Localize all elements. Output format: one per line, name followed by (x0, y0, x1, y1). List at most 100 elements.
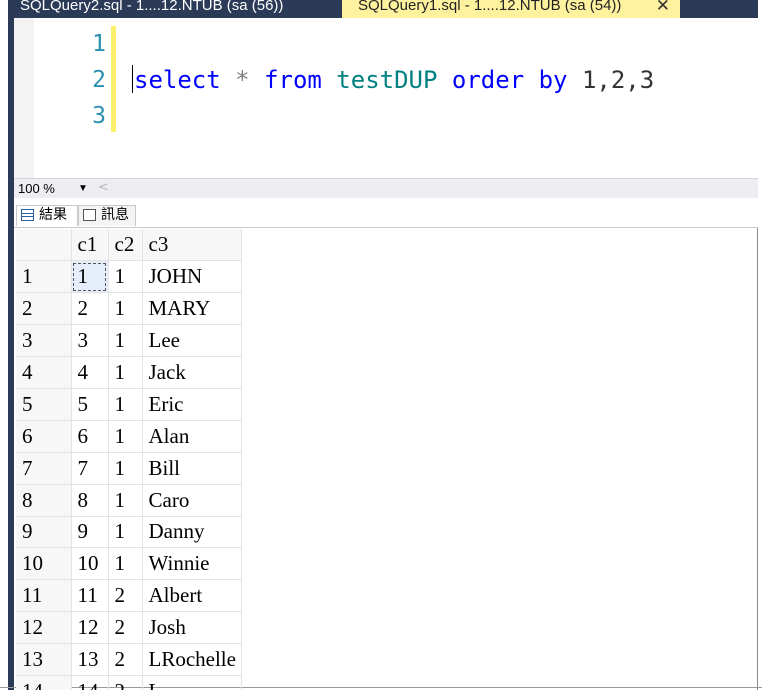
cell-c3[interactable]: Alan (142, 420, 242, 453)
table-row[interactable]: 9 9 1 Danny (16, 516, 242, 549)
cell-c2[interactable]: 1 (108, 292, 143, 326)
table-row[interactable]: 14142L (16, 675, 242, 690)
table-name: testDUP (321, 66, 452, 94)
column-header-c3[interactable]: c3 (142, 229, 242, 262)
zoom-dropdown[interactable]: 100 % ▼ (16, 180, 92, 197)
message-icon (83, 209, 96, 221)
query-editor[interactable]: 1 2 3 select * from testDUP order by 1,2… (14, 18, 758, 178)
cell-c2[interactable]: 1 (108, 516, 143, 549)
table-row[interactable]: 5 5 1 Eric (16, 388, 242, 421)
row-number-header[interactable] (16, 229, 72, 262)
table-row[interactable]: 3 3 1 Lee (16, 324, 242, 358)
row-number-cell[interactable]: 1 (16, 260, 72, 294)
row-number-cell[interactable]: 14 (16, 675, 72, 690)
line-numbers: 1 2 3 (38, 26, 106, 134)
table-row[interactable]: 6 6 1 Alan (16, 420, 242, 453)
cell-c1[interactable]: 6 (71, 420, 109, 453)
tab-sqlquery1[interactable]: SQLQuery1.sql - 1....12.NTUB (sa (54)) ✕ (342, 0, 680, 18)
cell-c2[interactable]: 1 (108, 324, 143, 358)
row-number-cell[interactable]: 5 (16, 388, 72, 421)
cell-c1[interactable]: 5 (71, 388, 109, 421)
grid-icon (21, 209, 34, 221)
cell-c1[interactable]: 1 (71, 260, 109, 294)
cell-c2[interactable]: 1 (108, 260, 143, 294)
cell-c3[interactable]: L (142, 675, 242, 690)
cell-c1[interactable]: 12 (71, 611, 109, 645)
cell-c2[interactable]: 2 (108, 675, 143, 690)
cell-c3[interactable]: Lee (142, 324, 242, 358)
order-columns: 1,2,3 (567, 66, 655, 94)
table-row[interactable]: 11 11 2 Albert (16, 579, 242, 613)
grid-header-row: c1 c2 c3 (16, 229, 242, 262)
table-row[interactable]: 10 10 1 Winnie (16, 547, 242, 581)
row-number-cell[interactable]: 4 (16, 356, 72, 389)
close-icon[interactable]: ✕ (656, 0, 670, 18)
table-row[interactable]: 7 7 1 Bill (16, 452, 242, 485)
row-number-cell[interactable]: 10 (16, 547, 72, 581)
cell-c2[interactable]: 1 (108, 547, 143, 581)
cell-c3[interactable]: Caro (142, 484, 242, 517)
scroll-left-icon[interactable]: < (98, 180, 109, 195)
keyword-select: select (134, 66, 221, 94)
cell-c1[interactable]: 2 (71, 292, 109, 326)
row-number-cell[interactable]: 2 (16, 292, 72, 326)
editor-status-bar: 100 % ▼ < (14, 178, 758, 198)
results-grid[interactable]: c1 c2 c3 1 1 1 JOHN 2 2 1 MARY 3 3 1 Lee 4 4 1 Jack 5 5 1 E… (16, 229, 242, 690)
cell-c1[interactable]: 11 (71, 579, 109, 613)
tab-results[interactable]: 結果 (16, 205, 78, 226)
column-header-c2[interactable]: c2 (108, 229, 143, 262)
cell-c1[interactable]: 9 (71, 516, 109, 549)
table-row[interactable]: 8 8 1 Caro (16, 484, 242, 517)
cell-c3[interactable]: Winnie (142, 547, 242, 581)
cell-c1[interactable]: 13 (71, 643, 109, 676)
column-header-c1[interactable]: c1 (71, 229, 109, 262)
cell-c3[interactable]: Jack (142, 356, 242, 389)
row-number-cell[interactable]: 13 (16, 643, 72, 676)
table-row[interactable]: 12 12 2 Josh (16, 611, 242, 645)
tab-sqlquery1-label: SQLQuery1.sql - 1....12.NTUB (sa (54)) (358, 0, 622, 14)
row-number-cell[interactable]: 9 (16, 516, 72, 549)
cell-c3[interactable]: Eric (142, 388, 242, 421)
row-number-cell[interactable]: 7 (16, 452, 72, 485)
cell-c2[interactable]: 2 (108, 579, 143, 613)
tab-messages[interactable]: 訊息 (78, 205, 136, 226)
cell-c3[interactable]: Josh (142, 611, 242, 645)
cell-c2[interactable]: 1 (108, 452, 143, 485)
line-number-3: 3 (92, 103, 106, 129)
cell-c2[interactable]: 1 (108, 388, 143, 421)
tab-sqlquery2[interactable]: SQLQuery2.sql - 1....12.NTUB (sa (56)) (20, 0, 283, 18)
cell-c3[interactable]: MARY (142, 292, 242, 326)
code-line-2[interactable]: select * from testDUP order by 1,2,3 (132, 62, 654, 98)
table-row[interactable]: 4 4 1 Jack (16, 356, 242, 389)
tab-messages-label: 訊息 (101, 207, 129, 223)
cell-c2[interactable]: 2 (108, 611, 143, 645)
cell-c1[interactable]: 8 (71, 484, 109, 517)
cell-c3[interactable]: JOHN (142, 260, 242, 294)
grid-body: 1 1 1 JOHN 2 2 1 MARY 3 3 1 Lee 4 4 1 Jack 5 5 1 Eric 6 6 1 Ala… (16, 260, 242, 690)
cell-c1[interactable]: 14 (71, 675, 109, 690)
cell-c1[interactable]: 7 (71, 452, 109, 485)
cell-c1[interactable]: 10 (71, 547, 109, 581)
text-caret (132, 65, 133, 93)
row-number-cell[interactable]: 11 (16, 579, 72, 613)
results-tab-strip: 結果 訊息 (14, 198, 758, 228)
cell-c2[interactable]: 1 (108, 356, 143, 389)
cell-c1[interactable]: 4 (71, 356, 109, 389)
row-number-cell[interactable]: 3 (16, 324, 72, 358)
table-row[interactable]: 2 2 1 MARY (16, 292, 242, 326)
keyword-order-by: order by (451, 66, 568, 94)
cell-c2[interactable]: 1 (108, 484, 143, 517)
table-row[interactable]: 13 13 2 LRochelle (16, 643, 242, 676)
row-number-cell[interactable]: 12 (16, 611, 72, 645)
line-number-2: 2 (92, 67, 106, 93)
row-number-cell[interactable]: 6 (16, 420, 72, 453)
cell-c3[interactable]: Albert (142, 579, 242, 613)
cell-c3[interactable]: Danny (142, 516, 242, 549)
cell-c2[interactable]: 1 (108, 420, 143, 453)
cell-c2[interactable]: 2 (108, 643, 143, 676)
table-row[interactable]: 1 1 1 JOHN (16, 260, 242, 294)
cell-c3[interactable]: Bill (142, 452, 242, 485)
row-number-cell[interactable]: 8 (16, 484, 72, 517)
cell-c3[interactable]: LRochelle (142, 643, 242, 676)
cell-c1[interactable]: 3 (71, 324, 109, 358)
